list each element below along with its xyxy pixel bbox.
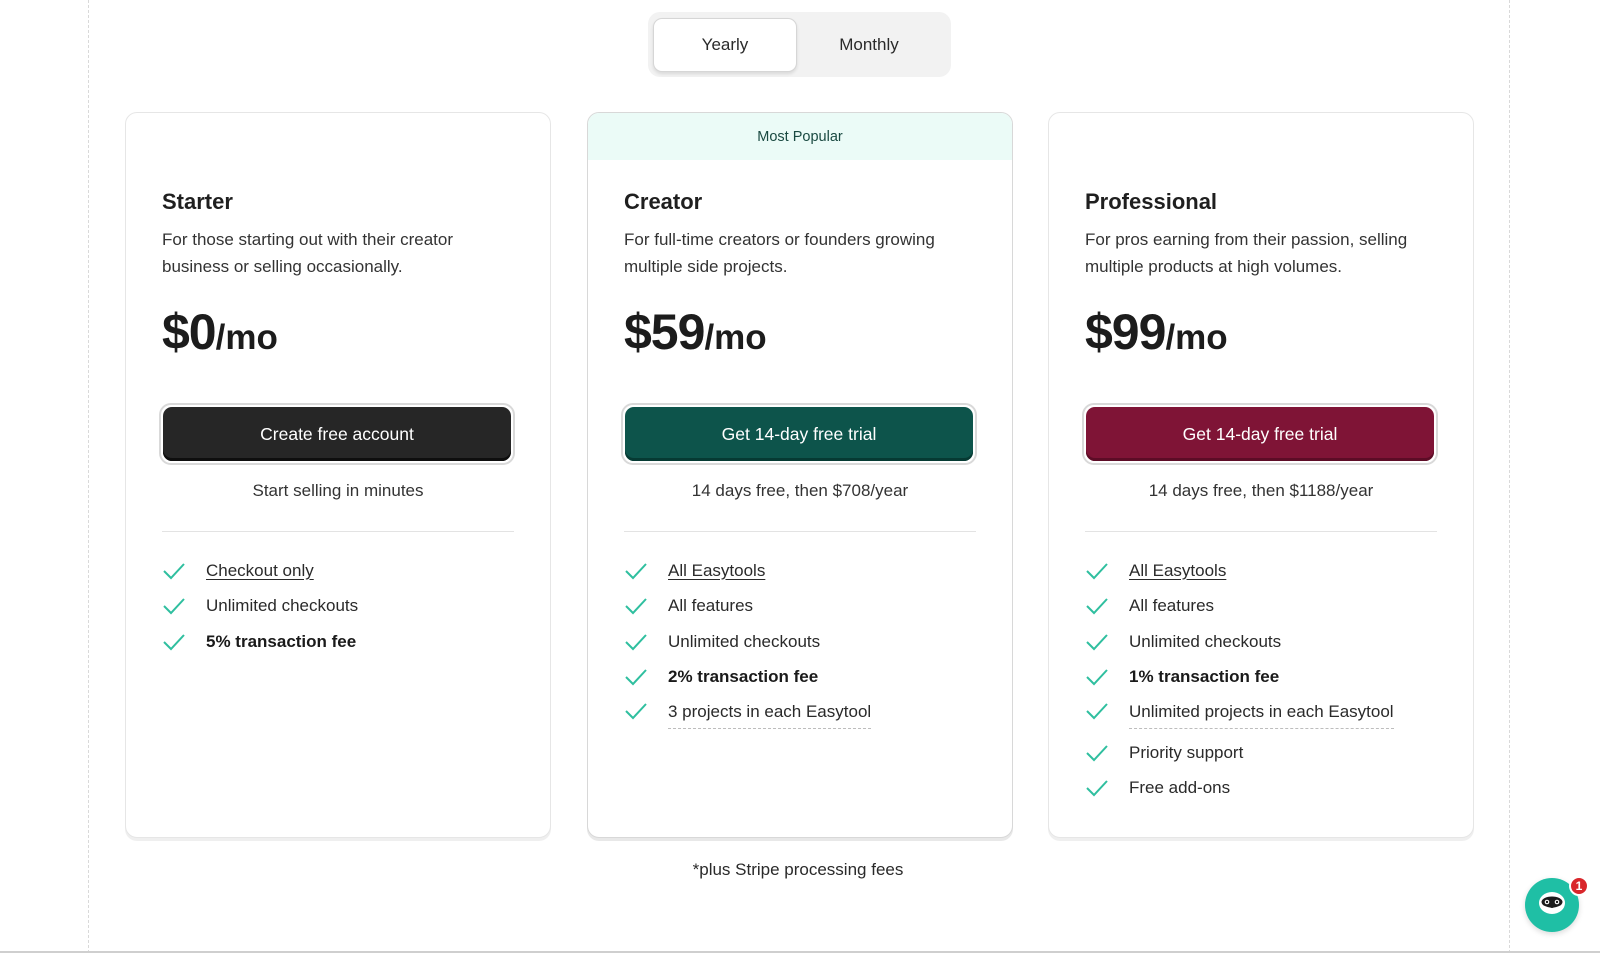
check-icon	[1085, 779, 1129, 797]
feature-item: 2% transaction fee	[624, 660, 984, 696]
feature-item: Unlimited checkouts	[1085, 624, 1445, 660]
price-period: /mo	[704, 318, 767, 357]
unread-count-badge: 1	[1569, 876, 1589, 896]
cta-note: 14 days free, then $1188/year	[1148, 481, 1374, 500]
toggle-monthly[interactable]: Monthly	[797, 18, 941, 72]
toggle-yearly[interactable]: Yearly	[653, 17, 797, 72]
checkout-only-link[interactable]: Checkout only	[206, 561, 314, 581]
feature-tooltip-text[interactable]: 3 projects in each Easytool	[668, 702, 872, 729]
plan-price: $99/mo	[1085, 303, 1228, 361]
professional-free-trial-button[interactable]: Get 14-day free trial	[1082, 403, 1438, 465]
check-icon	[624, 668, 668, 686]
feature-text: Unlimited checkouts	[1129, 631, 1282, 651]
feature-item: Unlimited checkouts	[624, 624, 984, 660]
feature-text: Unlimited checkouts	[668, 631, 821, 651]
check-icon	[1085, 597, 1129, 615]
feature-tooltip-text[interactable]: Unlimited projects in each Easytool	[1129, 702, 1394, 729]
feature-item: Unlimited projects in each Easytool	[1085, 695, 1445, 735]
plan-description: For those starting out with their creato…	[162, 230, 454, 276]
check-icon	[624, 633, 668, 651]
cta-note: Start selling in minutes	[252, 481, 424, 500]
feature-text: 2% transaction fee	[668, 667, 819, 687]
plan-name: Starter	[162, 189, 233, 214]
feature-item: All Easytools	[624, 553, 984, 589]
plan-name: Professional	[1085, 189, 1218, 214]
price-amount: $59	[624, 304, 705, 360]
price-amount: $99	[1085, 304, 1166, 360]
feature-list: All Easytools All features Unlimited che…	[624, 553, 984, 735]
feature-item: Checkout only	[162, 553, 522, 589]
feature-item: Priority support	[1085, 735, 1445, 771]
plan-description: For pros earning from their passion, sel…	[1085, 230, 1408, 276]
cta-label: Get 14-day free trial	[1086, 407, 1434, 461]
plan-card-professional: Professional For pros earning from their…	[1048, 112, 1474, 838]
create-free-account-button[interactable]: Create free account	[159, 403, 515, 465]
cta-note: 14 days free, then $708/year	[691, 481, 909, 500]
feature-item: Free add-ons	[1085, 771, 1445, 807]
feature-text: Free add-ons	[1129, 778, 1231, 798]
most-popular-badge: Most Popular	[588, 113, 1012, 160]
check-icon	[1085, 562, 1129, 580]
cta-label: Create free account	[163, 407, 511, 461]
price-period: /mo	[215, 318, 278, 357]
feature-list: Checkout only Unlimited checkouts 5% tra…	[162, 553, 522, 660]
cta-label: Get 14-day free trial	[625, 407, 973, 461]
check-icon	[1085, 744, 1129, 762]
divider	[624, 531, 976, 532]
feature-item: 3 projects in each Easytool	[624, 695, 984, 735]
plan-name: Creator	[624, 189, 703, 214]
check-icon	[1085, 633, 1129, 651]
feature-item: 1% transaction fee	[1085, 660, 1445, 696]
check-icon	[162, 562, 206, 580]
billing-period-toggle: Yearly Monthly	[648, 12, 951, 77]
plan-price: $59/mo	[624, 303, 767, 361]
sloth-face-icon	[1537, 890, 1567, 921]
all-easytools-link[interactable]: All Easytools	[1129, 561, 1226, 581]
divider	[162, 531, 514, 532]
price-period: /mo	[1165, 318, 1228, 357]
check-icon	[1085, 702, 1129, 720]
footnote: *plus Stripe processing fees	[0, 860, 1600, 880]
feature-text: Priority support	[1129, 742, 1244, 762]
feature-list: All Easytools All features Unlimited che…	[1085, 553, 1445, 806]
feature-text: 5% transaction fee	[206, 631, 357, 651]
plan-price: $0/mo	[162, 303, 278, 361]
all-easytools-link[interactable]: All Easytools	[668, 561, 765, 581]
feature-text: All features	[668, 596, 754, 616]
check-icon	[162, 633, 206, 651]
plan-card-starter: Starter For those starting out with thei…	[125, 112, 551, 838]
check-icon	[1085, 668, 1129, 686]
price-amount: $0	[162, 304, 217, 360]
footnote-text: *plus Stripe processing fees	[692, 860, 904, 879]
check-icon	[624, 702, 668, 720]
feature-text: All features	[1129, 596, 1215, 616]
check-icon	[624, 597, 668, 615]
check-icon	[624, 562, 668, 580]
feature-item: All features	[1085, 589, 1445, 625]
feature-item: All Easytools	[1085, 553, 1445, 589]
check-icon	[162, 597, 206, 615]
creator-free-trial-button[interactable]: Get 14-day free trial	[621, 403, 977, 465]
guide-line-right	[1509, 0, 1510, 953]
pricing-page: Yearly Monthly Starter For those startin…	[0, 0, 1600, 953]
feature-item: All features	[624, 589, 984, 625]
feature-text: 1% transaction fee	[1129, 667, 1280, 687]
feature-item: Unlimited checkouts	[162, 589, 522, 625]
guide-line-left	[88, 0, 89, 953]
feature-text: Unlimited checkouts	[206, 596, 359, 616]
plan-card-creator: Most Popular Creator For full-time creat…	[587, 112, 1013, 838]
feature-item: 5% transaction fee	[162, 624, 522, 660]
plan-description: For full-time creators or founders growi…	[624, 230, 935, 276]
divider	[1085, 531, 1437, 532]
